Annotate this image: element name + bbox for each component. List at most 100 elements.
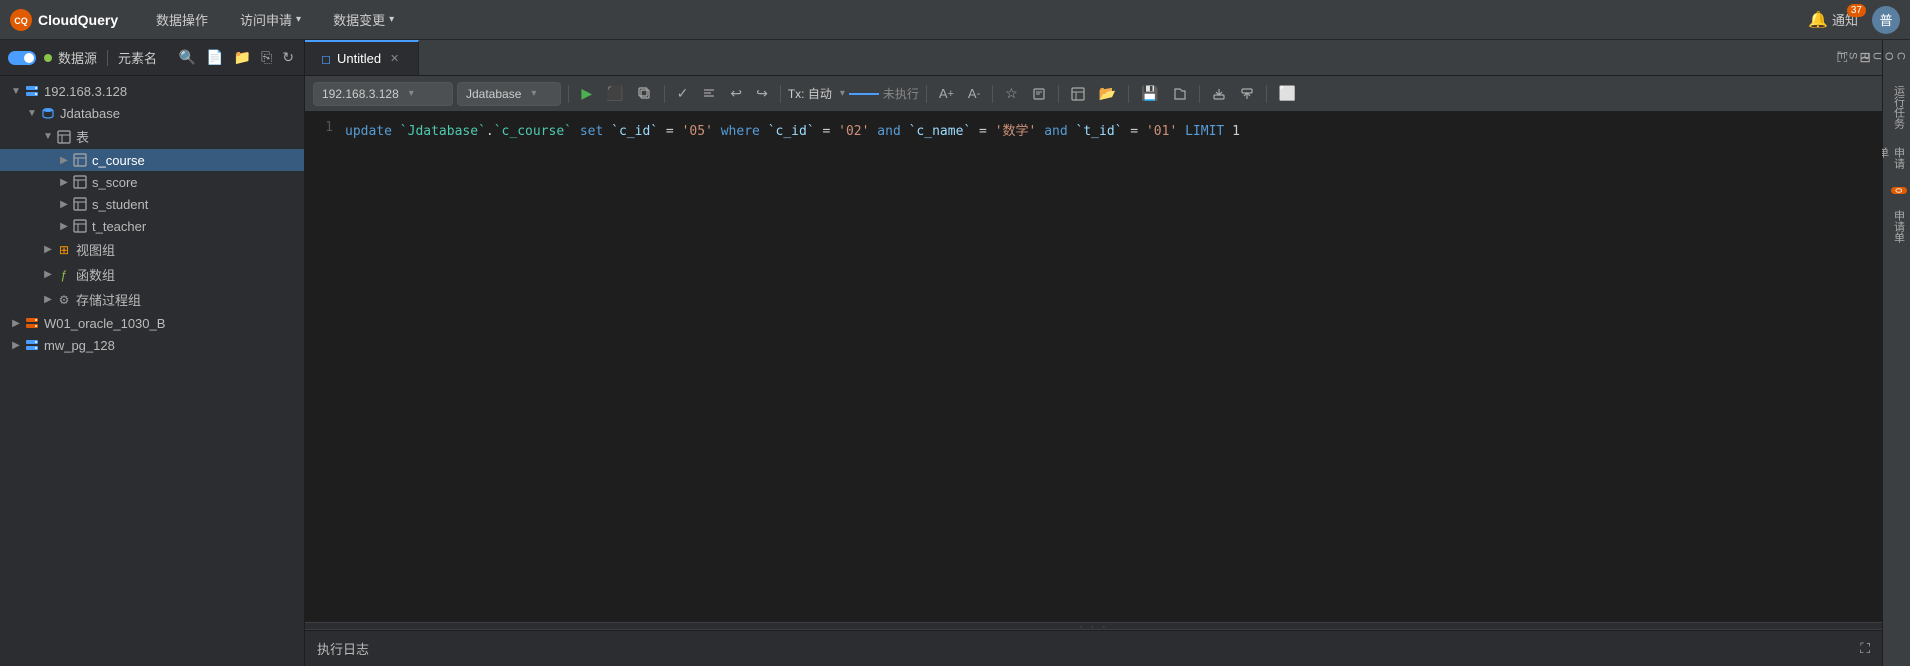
stop-button[interactable]: ⬛ xyxy=(601,82,628,105)
tree-item-procs[interactable]: ▶ ⚙ 存储过程组 xyxy=(0,287,304,312)
sql-toolbar: 192.168.3.128 ▾ Jdatabase ▾ ▶ ⬛ ✓ ↩ ↪ Tx… xyxy=(305,76,1882,112)
tab-untitled-label: Untitled xyxy=(337,51,381,66)
nav-right: 🔔 37 通知 普 xyxy=(1808,6,1900,34)
views-label: 视图组 xyxy=(76,240,115,259)
avatar[interactable]: 普 xyxy=(1872,6,1900,34)
top-nav: CQ CloudQuery 数据操作 访问申请 ▾ 数据变更 ▾ 🔔 37 通知… xyxy=(0,0,1910,40)
right-panel: COURSE 运行任务 申请单 0 申请单 xyxy=(1882,40,1910,666)
server-1-label: 192.168.3.128 xyxy=(44,84,127,99)
tab-bar: ◻ Untitled ✕ ⛶ ⊟ xyxy=(305,40,1882,76)
tree-item-t-teacher[interactable]: ▶ t_teacher xyxy=(0,215,304,237)
nav-item-access[interactable]: 访问申请 ▾ xyxy=(234,6,307,33)
new-file-icon[interactable]: 📄 xyxy=(204,47,225,68)
undo-button[interactable]: ↩ xyxy=(725,82,747,105)
copy-icon[interactable]: ⎘ xyxy=(259,47,274,68)
editor-resize-handle[interactable]: · · · xyxy=(305,622,1882,630)
server-blue-icon xyxy=(24,337,40,353)
nav-item-data-ops[interactable]: 数据操作 xyxy=(150,6,214,33)
tree-item-c-course[interactable]: ▶ c_course xyxy=(0,149,304,171)
sidebar-toolbar: 数据源 元素名 🔍 📄 📁 ⎘ ↻ xyxy=(0,40,304,76)
font-smaller-button[interactable]: A- xyxy=(963,83,985,104)
expand-arrow-icon: ▼ xyxy=(8,83,24,99)
svg-text:CQ: CQ xyxy=(14,16,28,26)
execution-status: 未执行 xyxy=(883,85,919,102)
toolbar-divider xyxy=(1128,85,1129,103)
log-label: 执行日志 xyxy=(317,639,369,658)
tables-label: 表 xyxy=(76,127,89,146)
tx-text: Tx: 自动 xyxy=(788,85,832,102)
datasource-toggle[interactable]: 数据源 xyxy=(8,48,97,67)
check-button[interactable]: ✓ xyxy=(672,82,694,105)
right-panel-apply-label: 申请单 xyxy=(1891,210,1907,243)
import-button[interactable] xyxy=(1235,84,1259,104)
host-selector[interactable]: 192.168.3.128 ▾ xyxy=(313,82,453,106)
datasource-label: 数据源 xyxy=(58,48,97,67)
bookmark-button[interactable]: ☆ xyxy=(1000,82,1023,105)
right-panel-course[interactable]: COURSE xyxy=(1885,48,1909,67)
expand-log-button[interactable]: ⛶ xyxy=(1860,640,1870,657)
tree-item-server-1[interactable]: ▼ 192.168.3.128 xyxy=(0,80,304,102)
open-folder-button[interactable]: 📂 xyxy=(1094,82,1121,105)
redo-button[interactable]: ↪ xyxy=(751,82,773,105)
run-button[interactable]: ▶ xyxy=(576,82,597,105)
tx-line xyxy=(849,93,879,95)
toolbar-divider xyxy=(780,85,781,103)
database-icon xyxy=(40,105,56,121)
toolbar-divider xyxy=(926,85,927,103)
export-button[interactable] xyxy=(1207,84,1231,104)
folder-icon[interactable]: 📁 xyxy=(232,47,253,68)
right-panel-apply[interactable]: 申请单 xyxy=(1885,206,1909,247)
nav-item-access-label: 访问申请 xyxy=(240,10,292,29)
tree-item-views[interactable]: ▶ ⊞ 视图组 xyxy=(0,237,304,262)
search-icon[interactable]: 🔍 xyxy=(177,47,198,68)
snippet-button[interactable] xyxy=(1027,84,1051,104)
open-file-button[interactable] xyxy=(1168,84,1192,104)
copy-sql-button[interactable] xyxy=(633,84,657,104)
notification-count: 37 xyxy=(1847,4,1866,17)
logo[interactable]: CQ CloudQuery xyxy=(10,9,130,31)
logo-text: CloudQuery xyxy=(38,12,118,28)
right-panel-requests[interactable]: 申请单 xyxy=(1885,143,1909,173)
database-selector[interactable]: Jdatabase ▾ xyxy=(457,82,561,106)
nav-item-data-change[interactable]: 数据变更 ▾ xyxy=(327,6,400,33)
notification-button[interactable]: 🔔 37 通知 xyxy=(1808,10,1858,30)
server-red-icon xyxy=(24,315,40,331)
server-3-label: mw_pg_128 xyxy=(44,338,115,353)
tree-item-funcs[interactable]: ▶ ƒ 函数组 xyxy=(0,262,304,287)
tab-close-button[interactable]: ✕ xyxy=(387,51,402,66)
tab-untitled[interactable]: ◻ Untitled ✕ xyxy=(305,40,419,75)
toolbar-divider xyxy=(1058,85,1059,103)
table-group-icon xyxy=(56,129,72,145)
font-larger-button[interactable]: A+ xyxy=(934,83,959,104)
tree-item-server-2[interactable]: ▶ W01_oracle_1030_B xyxy=(0,312,304,334)
funcs-label: 函数组 xyxy=(76,265,115,284)
view-group-icon: ⊞ xyxy=(56,242,72,258)
sql-editor[interactable]: 1 update `Jdatabase`.`c_course` set `c_i… xyxy=(305,112,1882,622)
expand-arrow-icon: ▶ xyxy=(56,152,72,168)
tree-item-server-3[interactable]: ▶ mw_pg_128 xyxy=(0,334,304,356)
line-code[interactable]: update `Jdatabase`.`c_course` set `c_id`… xyxy=(345,120,1882,139)
format-button[interactable] xyxy=(697,84,721,104)
server-icon xyxy=(24,83,40,99)
tree-item-tables[interactable]: ▼ 表 xyxy=(0,124,304,149)
database-value: Jdatabase xyxy=(466,87,521,101)
save-button[interactable]: 💾 xyxy=(1136,82,1163,105)
tree-item-s-score[interactable]: ▶ s_score xyxy=(0,171,304,193)
chevron-down-icon: ▾ xyxy=(389,14,394,25)
expand-arrow-icon: ▶ xyxy=(56,218,72,234)
right-panel-running-tasks[interactable]: 运行任务 xyxy=(1885,81,1909,133)
chevron-down-icon: ▾ xyxy=(409,88,414,99)
refresh-icon[interactable]: ↻ xyxy=(280,47,296,68)
toolbar-divider xyxy=(568,85,569,103)
tree-item-s-student[interactable]: ▶ s_student xyxy=(0,193,304,215)
right-panel-badge-item[interactable]: 0 xyxy=(1885,183,1909,200)
nav-item-data-change-label: 数据变更 xyxy=(333,10,385,29)
table-icon xyxy=(72,196,88,212)
tree-item-db-1[interactable]: ▼ Jdatabase xyxy=(0,102,304,124)
table-view-button[interactable] xyxy=(1066,84,1090,104)
top-nav-menu: 数据操作 访问申请 ▾ 数据变更 ▾ xyxy=(150,6,1788,33)
toggle-switch[interactable] xyxy=(8,51,36,65)
terminal-button[interactable]: ⬜ xyxy=(1274,82,1301,105)
host-value: 192.168.3.128 xyxy=(322,87,399,101)
func-group-icon: ƒ xyxy=(56,267,72,283)
